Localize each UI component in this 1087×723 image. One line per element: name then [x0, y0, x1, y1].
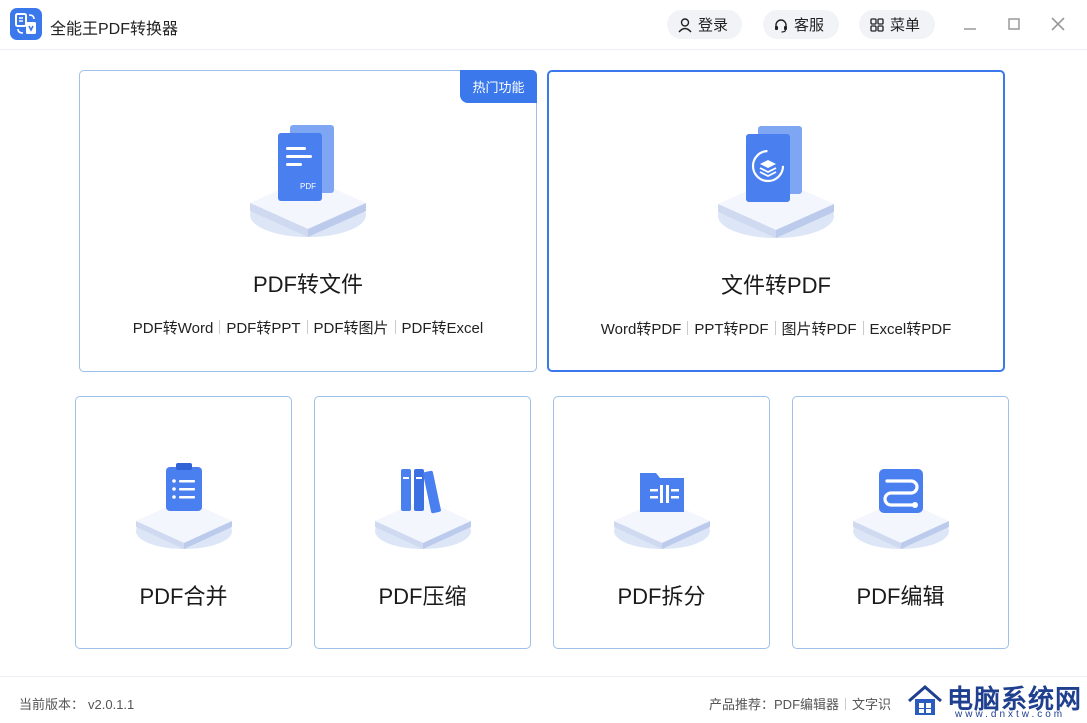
image-to-pdf-link[interactable]: 图片转PDF — [782, 321, 857, 338]
login-label: 登录 — [698, 17, 729, 34]
file-to-pdf-card[interactable]: 文件转PDF Word转PDF PPT转PDF 图片转PDF Excel转PDF — [547, 70, 1005, 372]
pdf-split-card[interactable]: PDF拆分 — [553, 396, 770, 649]
svg-text:PDF: PDF — [300, 182, 316, 191]
pdf-to-file-card[interactable]: 热门功能 PDF PDF转文件 PDF转Word PDF转PPT PDF转图片 PDF… — [79, 70, 537, 372]
title-bar: 全能王PDF转换器 登录 客服 菜单 — [0, 0, 1087, 50]
minimize-icon — [964, 28, 976, 30]
version-label: 当前版本： — [19, 697, 85, 712]
edit-path-icon — [852, 469, 949, 549]
word-to-pdf-link[interactable]: Word转PDF — [601, 321, 682, 338]
minimize-button[interactable] — [959, 13, 981, 35]
maximize-icon — [1008, 18, 1020, 30]
clipboard-checklist-icon — [135, 463, 232, 549]
menu-label: 菜单 — [890, 17, 921, 34]
file-to-pdf-title: 文件转PDF — [720, 273, 831, 298]
pdf-compress-card[interactable]: PDF压缩 — [314, 396, 531, 649]
grid-menu-icon — [870, 17, 884, 32]
divider — [219, 320, 221, 334]
version-info: 当前版本： v2.0.1.1 — [19, 694, 134, 713]
product-recommendations: 产品推荐：PDF编辑器 文字识 — [709, 694, 891, 713]
product-ocr-link[interactable]: 文字识 — [852, 697, 891, 712]
folder-split-icon — [613, 473, 710, 549]
product-pdf-editor-link[interactable]: PDF编辑器 — [774, 697, 839, 712]
app-title: 全能王PDF转换器 — [50, 21, 179, 38]
login-button[interactable]: 登录 — [667, 10, 742, 39]
divider — [774, 321, 776, 335]
pdf-merge-card[interactable]: PDF合并 — [75, 396, 292, 649]
divider — [394, 320, 396, 334]
watermark: 电脑系统网 www.dnxtw.com — [903, 677, 1087, 723]
divider — [862, 321, 864, 335]
divider — [306, 320, 308, 334]
pdf-to-word-link[interactable]: PDF转Word — [133, 320, 214, 337]
watermark-url: www.dnxtw.com — [955, 709, 1066, 720]
convert-layers-icon — [718, 126, 834, 238]
pdf-merge-title: PDF合并 — [139, 584, 228, 609]
menu-button[interactable]: 菜单 — [859, 10, 935, 39]
user-icon — [678, 17, 692, 32]
version-number: v2.0.1.1 — [88, 697, 135, 712]
pdf-to-file-links: PDF转Word PDF转PPT PDF转图片 PDF转Excel — [80, 317, 536, 338]
excel-to-pdf-link[interactable]: Excel转PDF — [870, 321, 952, 338]
pdf-document-icon: PDF — [250, 125, 366, 237]
pdf-to-excel-link[interactable]: PDF转Excel — [402, 320, 484, 337]
service-label: 客服 — [794, 17, 825, 34]
divider — [687, 321, 689, 335]
binders-icon — [374, 469, 471, 549]
headset-icon — [775, 18, 787, 33]
hot-feature-badge: 热门功能 — [460, 70, 537, 103]
pdf-to-ppt-link[interactable]: PDF转PPT — [226, 320, 300, 337]
customer-service-button[interactable]: 客服 — [763, 10, 839, 39]
pdf-to-file-title: PDF转文件 — [252, 272, 363, 297]
pdf-edit-card[interactable]: PDF编辑 — [792, 396, 1009, 649]
divider — [845, 698, 847, 710]
pdf-compress-title: PDF压缩 — [378, 584, 467, 609]
close-button[interactable] — [1047, 13, 1069, 35]
file-to-pdf-links: Word转PDF PPT转PDF 图片转PDF Excel转PDF — [549, 318, 1003, 339]
products-label: 产品推荐： — [709, 697, 775, 712]
pdf-edit-title: PDF编辑 — [856, 584, 945, 609]
app-logo-icon — [10, 8, 42, 40]
close-icon — [1051, 17, 1065, 31]
ppt-to-pdf-link[interactable]: PPT转PDF — [694, 321, 768, 338]
pdf-to-image-link[interactable]: PDF转图片 — [314, 320, 389, 337]
pdf-split-title: PDF拆分 — [617, 584, 706, 609]
house-logo-icon — [908, 685, 942, 715]
maximize-button[interactable] — [1003, 13, 1025, 35]
